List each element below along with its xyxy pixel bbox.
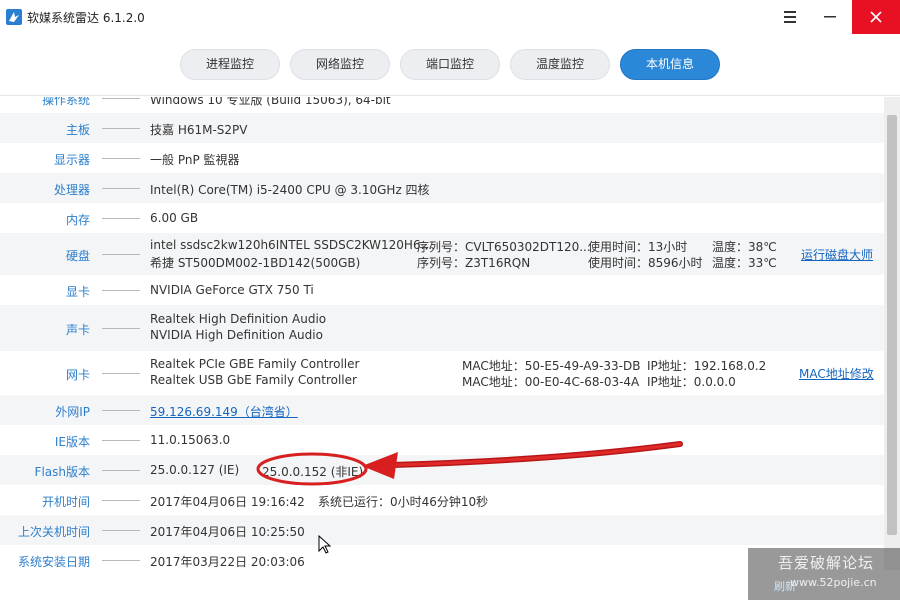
row-sound: 声卡 Realtek High Definition Audio NVIDIA … [0, 305, 884, 351]
last-shutdown-value: 2017年04月06日 10:25:50 [150, 525, 305, 539]
ie-value: 11.0.15063.0 [150, 433, 231, 447]
disk-2-name: 希捷 ST500DM002-1BD142(500GB) [150, 256, 361, 270]
gpu-value: NVIDIA GeForce GTX 750 Ti [150, 283, 314, 297]
memory-value: 6.00 GB [150, 211, 199, 225]
forum-watermark: 吾爱破解论坛 刷新 www.52pojie.cn [748, 548, 900, 600]
separator-line [102, 218, 140, 219]
uptime-value: 系统已运行：0小时46分钟10秒 [318, 495, 489, 509]
flash-non-ie-value: 25.0.0.152 (非IE) [262, 465, 364, 479]
separator-line [102, 188, 140, 189]
app-title: 软媒系统雷达 6.1.2.0 [27, 11, 145, 25]
disk-2-serial: 序列号：Z3T16RQN [417, 256, 531, 270]
nic-1-name: Realtek PCIe GBE Family Controller [150, 357, 360, 371]
tab-system-info[interactable]: 本机信息 [620, 49, 720, 80]
separator-line [102, 373, 140, 374]
disk-master-link[interactable]: 运行磁盘大师 [801, 246, 873, 263]
hamburger-icon [784, 11, 796, 23]
row-flash: Flash版本 25.0.0.127 (IE) 25.0.0.152 (非IE) [0, 455, 884, 485]
boot-time-label: 开机时间 [41, 495, 90, 509]
watermark-url: www.52pojie.cn [790, 576, 877, 589]
tab-process-monitor[interactable]: 进程监控 [180, 49, 280, 80]
board-label: 主板 [65, 123, 90, 137]
board-value: 技嘉 H61M-S2PV [150, 123, 248, 137]
install-date-value: 2017年03月22日 20:03:06 [150, 555, 305, 569]
row-wan-ip: 外网IP 59.126.69.149（台湾省） [0, 395, 884, 425]
row-monitor: 显示器 一般 PnP 監視器 [0, 143, 884, 173]
row-disk: 硬盘 intel ssdsc2kw120h6INTEL SSDSC2KW120H… [0, 233, 884, 275]
close-button[interactable] [852, 0, 900, 34]
vertical-scrollbar[interactable] [884, 97, 900, 570]
monitor-value: 一般 PnP 監視器 [150, 153, 240, 167]
mouse-cursor-icon [318, 535, 332, 554]
separator-line [102, 500, 140, 501]
separator-line [102, 128, 140, 129]
separator-line [102, 470, 140, 471]
sound-label: 声卡 [65, 323, 90, 337]
ie-label: IE版本 [54, 435, 90, 449]
app-window: 软媒系统雷达 6.1.2.0 进程监控 网络监控 端口监控 温度监控 本机信息 [0, 0, 900, 600]
row-last-shutdown: 上次关机时间 2017年04月06日 10:25:50 [0, 515, 884, 545]
watermark-title: 吾爱破解论坛 [778, 554, 875, 572]
flash-label: Flash版本 [34, 465, 90, 479]
close-icon [870, 11, 882, 23]
flash-ie-value: 25.0.0.127 (IE) [150, 463, 240, 477]
disk-1-name: intel ssdsc2kw120h6INTEL SSDSC2KW120H6..… [150, 238, 433, 252]
install-date-label: 系统安装日期 [17, 555, 90, 569]
last-shutdown-label: 上次关机时间 [17, 525, 90, 539]
disk-label: 硬盘 [65, 249, 90, 263]
separator-line [102, 328, 140, 329]
separator-line [102, 440, 140, 441]
scrollbar-thumb[interactable] [887, 115, 897, 535]
nic-2-mac: MAC地址：00-E0-4C-68-03-4A [462, 375, 640, 389]
nic-2-ip: IP地址：0.0.0.0 [647, 375, 736, 389]
app-logo-icon [6, 9, 22, 25]
separator-line [102, 98, 140, 99]
gpu-label: 显卡 [65, 285, 90, 299]
nic-label: 网卡 [65, 368, 90, 382]
disk-1-serial: 序列号：CVLT650302DT120... [417, 240, 591, 254]
row-ie: IE版本 11.0.15063.0 [0, 425, 884, 455]
wan-ip-link[interactable]: 59.126.69.149（台湾省） [150, 403, 298, 420]
disk-2-usage: 使用时间：8596小时 [588, 256, 703, 270]
sound-value-1: Realtek High Definition Audio [150, 312, 327, 326]
separator-line [102, 530, 140, 531]
tab-port-monitor[interactable]: 端口监控 [400, 49, 500, 80]
tab-bar: 进程监控 网络监控 端口监控 温度监控 本机信息 [0, 34, 900, 96]
nic-2-name: Realtek USB GbE Family Controller [150, 373, 357, 387]
cpu-value: Intel(R) Core(TM) i5-2400 CPU @ 3.10GHz … [150, 183, 430, 197]
row-cpu: 处理器 Intel(R) Core(TM) i5-2400 CPU @ 3.10… [0, 173, 884, 203]
row-boot-time: 开机时间 2017年04月06日 19:16:42 系统已运行：0小时46分钟1… [0, 485, 884, 515]
os-label: 操作系统 [41, 97, 90, 107]
memory-label: 内存 [65, 213, 90, 227]
monitor-label: 显示器 [53, 153, 90, 167]
row-memory: 内存 6.00 GB [0, 203, 884, 233]
separator-line [102, 158, 140, 159]
tab-temperature-monitor[interactable]: 温度监控 [510, 49, 610, 80]
disk-2-temp: 温度：33℃ [712, 256, 777, 270]
row-nic: 网卡 Realtek PCIe GBE Family Controller MA… [0, 351, 884, 395]
boot-time-value: 2017年04月06日 19:16:42 [150, 495, 305, 509]
title-bar: 软媒系统雷达 6.1.2.0 [0, 0, 900, 34]
os-value: Windows 10 专业版 (Build 15063), 64-bit [150, 97, 391, 107]
minimize-icon [824, 16, 836, 18]
cpu-label: 处理器 [53, 183, 90, 197]
menu-button[interactable] [770, 0, 810, 34]
system-info-list: 操作系统 Windows 10 专业版 (Build 15063), 64-bi… [0, 97, 884, 570]
sound-value-2: NVIDIA High Definition Audio [150, 328, 323, 342]
minimize-button[interactable] [810, 0, 850, 34]
disk-1-temp: 温度：38℃ [712, 240, 777, 254]
nic-1-ip: IP地址：192.168.0.2 [647, 359, 767, 373]
separator-line [102, 254, 140, 255]
row-board: 主板 技嘉 H61M-S2PV [0, 113, 884, 143]
row-gpu: 显卡 NVIDIA GeForce GTX 750 Ti [0, 275, 884, 305]
separator-line [102, 410, 140, 411]
wan-ip-label: 外网IP [55, 405, 90, 419]
separator-line [102, 290, 140, 291]
mac-modify-link[interactable]: MAC地址修改 [799, 365, 874, 382]
disk-1-usage: 使用时间：13小时 [588, 240, 688, 254]
tab-network-monitor[interactable]: 网络监控 [290, 49, 390, 80]
separator-line [102, 560, 140, 561]
nic-1-mac: MAC地址：50-E5-49-A9-33-DB [462, 359, 641, 373]
row-os: 操作系统 Windows 10 专业版 (Build 15063), 64-bi… [0, 97, 884, 113]
